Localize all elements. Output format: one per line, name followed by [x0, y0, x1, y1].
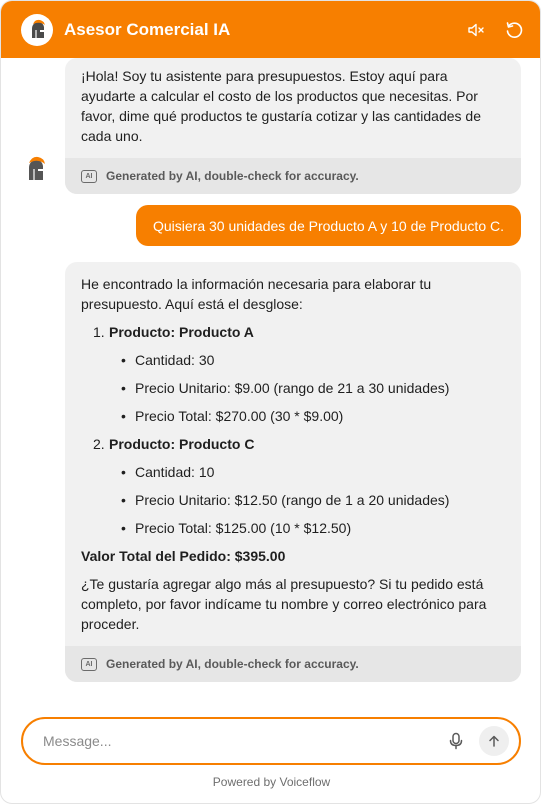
bot-message-intro: He encontrado la información necesaria p…: [81, 276, 432, 312]
bot-message-outro: ¿Te gustaría agregar algo más al presupu…: [81, 576, 487, 632]
product-title: Producto: Producto C: [109, 436, 255, 452]
ai-disclaimer: AI Generated by AI, double-check for acc…: [65, 646, 521, 682]
product-title: Producto: Producto A: [109, 324, 254, 340]
ai-disclaimer-text: Generated by AI, double-check for accura…: [106, 657, 359, 671]
list-item: 1. Producto: Producto A: [93, 322, 505, 342]
chat-header: Asesor Comercial IA: [1, 1, 540, 58]
bot-avatar: [25, 156, 47, 182]
helmet-icon: [32, 19, 45, 38]
powered-by: Powered by Voiceflow: [212, 775, 331, 789]
ai-disclaimer: AI Generated by AI, double-check for acc…: [65, 158, 521, 194]
microphone-button[interactable]: [441, 726, 471, 756]
user-message: Quisiera 30 unidades de Producto A y 10 …: [135, 205, 521, 246]
restart-button[interactable]: [500, 16, 528, 44]
bot-message: He encontrado la información necesaria p…: [65, 262, 521, 682]
chat-transcript[interactable]: ¡Hola! Soy tu asistente para presupuesto…: [1, 58, 540, 708]
list-item: 2. Producto: Producto C: [93, 434, 505, 454]
ai-badge-icon: AI: [81, 657, 97, 671]
detail-item: • Precio Total: $125.00 (10 * $12.50): [121, 520, 352, 536]
detail-text: Precio Total: $125.00 (10 * $12.50): [135, 520, 352, 536]
assistant-logo: [21, 13, 53, 46]
helmet-icon: [29, 156, 45, 180]
bot-message-text: ¡Hola! Soy tu asistente para presupuesto…: [81, 68, 482, 144]
ai-disclaimer-text: Generated by AI, double-check for accura…: [106, 169, 359, 183]
restart-icon: [506, 21, 523, 38]
chat-widget: Asesor Comercial IA ¡Hola! Soy tu asiste…: [0, 0, 541, 804]
bot-message-body: He encontrado la información necesaria p…: [65, 262, 521, 646]
message-composer: [21, 717, 521, 765]
product-details: • Cantidad: 30 • Precio Unitario: $9.00 (r…: [121, 350, 505, 426]
detail-text: Precio Total: $270.00 (30 * $9.00): [135, 408, 344, 424]
detail-item: • Cantidad: 10: [121, 464, 215, 480]
bot-message: ¡Hola! Soy tu asistente para presupuesto…: [65, 58, 521, 194]
message-input[interactable]: [43, 733, 441, 749]
list-number: 2.: [93, 436, 105, 452]
detail-item: • Precio Total: $270.00 (30 * $9.00): [121, 408, 344, 424]
detail-text: Cantidad: 10: [135, 464, 215, 480]
detail-item: • Cantidad: 30: [121, 352, 215, 368]
detail-text: Precio Unitario: $12.50 (rango de 1 a 20…: [135, 492, 450, 508]
send-button[interactable]: [479, 726, 509, 756]
detail-text: Cantidad: 30: [135, 352, 215, 368]
detail-item: • Precio Unitario: $12.50 (rango de 1 a 2…: [121, 492, 450, 508]
microphone-icon: [449, 732, 463, 750]
product-details: • Cantidad: 10 • Precio Unitario: $12.50 (…: [121, 462, 505, 538]
detail-text: Precio Unitario: $9.00 (rango de 21 a 30…: [135, 380, 450, 396]
mute-button[interactable]: [462, 16, 490, 44]
ai-badge-icon: AI: [81, 169, 97, 183]
detail-item: • Precio Unitario: $9.00 (rango de 21 a 3…: [121, 380, 450, 396]
arrow-up-icon: [489, 735, 499, 747]
order-total: Valor Total del Pedido: $395.00: [81, 548, 286, 564]
app-title: Asesor Comercial IA: [64, 19, 231, 39]
list-number: 1.: [93, 324, 105, 340]
speaker-muted-icon: [468, 23, 484, 36]
